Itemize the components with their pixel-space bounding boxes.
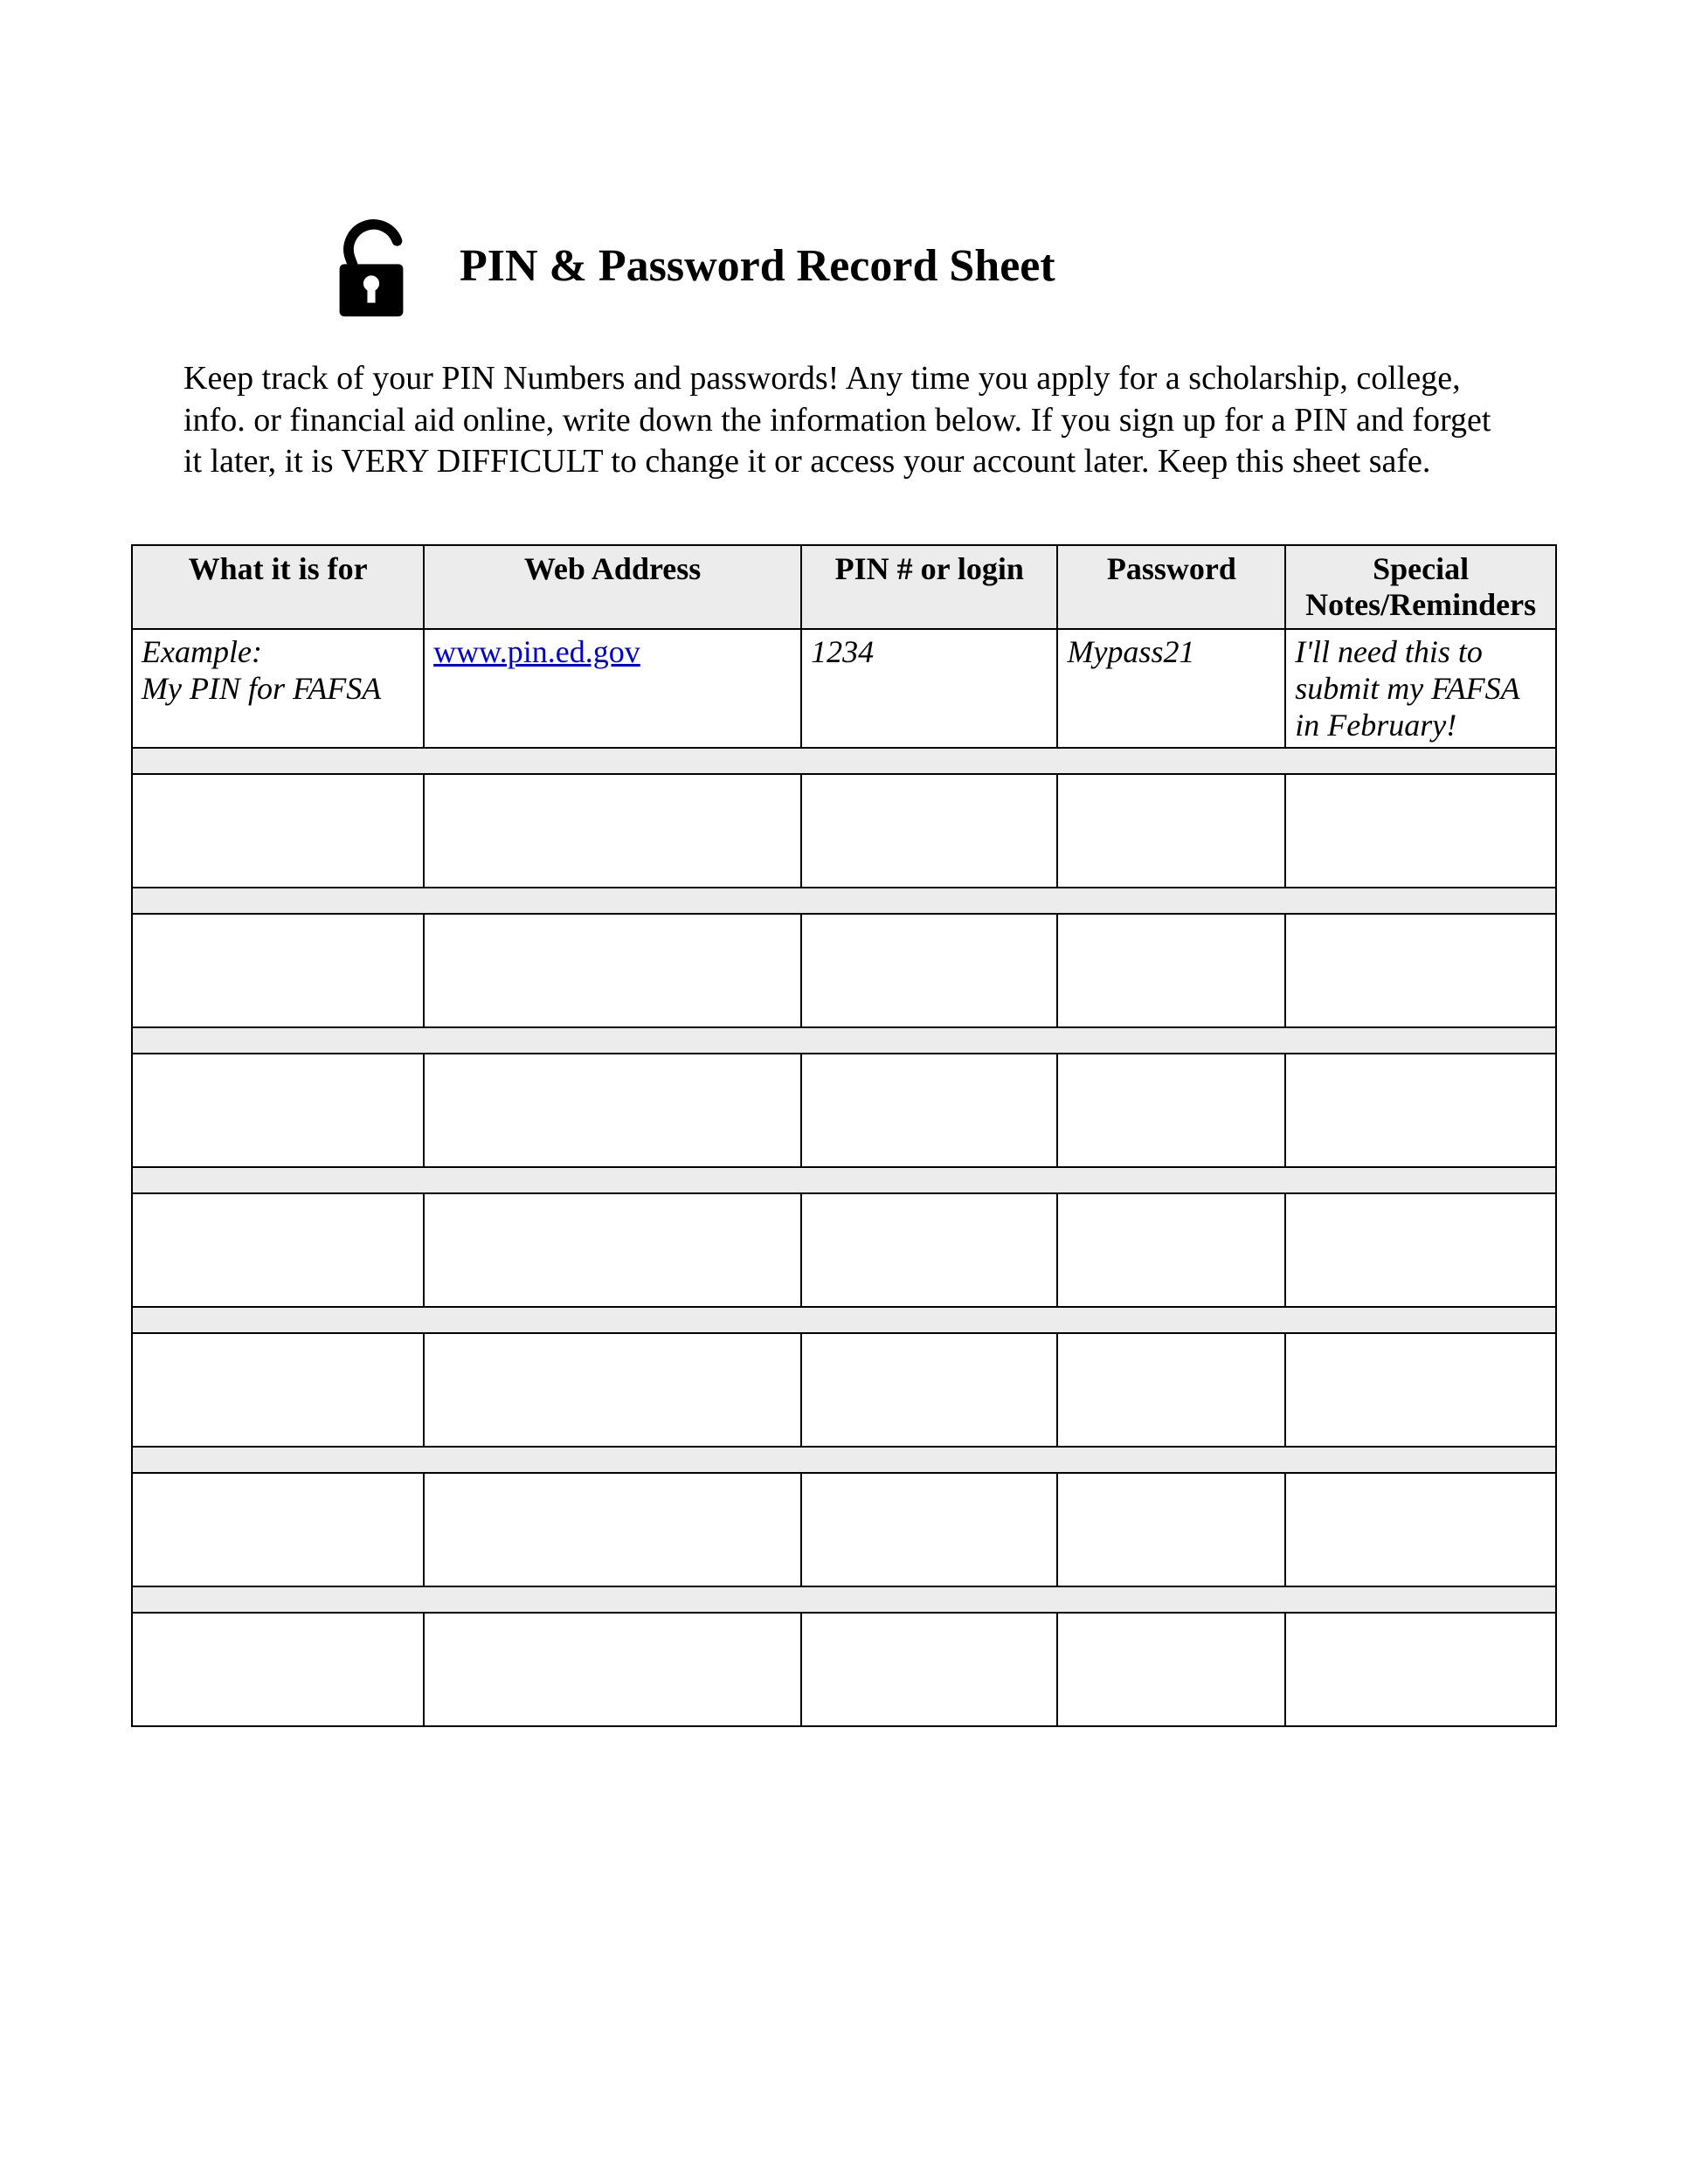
blank-cell[interactable] [1285, 914, 1556, 1027]
table-row [132, 1193, 1556, 1307]
blank-cell[interactable] [801, 1333, 1057, 1447]
blank-cell[interactable] [1057, 1054, 1285, 1167]
blank-cell[interactable] [801, 1193, 1057, 1307]
table-row [132, 774, 1556, 888]
blank-cell[interactable] [132, 1054, 424, 1167]
separator-cell [132, 1027, 1556, 1054]
blank-cell[interactable] [424, 1054, 801, 1167]
blank-cell[interactable] [132, 914, 424, 1027]
blank-cell[interactable] [132, 1193, 424, 1307]
col-what-for: What it is for [132, 545, 424, 630]
blank-cell[interactable] [1285, 774, 1556, 888]
blank-cell[interactable] [1057, 1613, 1285, 1726]
blank-cell[interactable] [1057, 914, 1285, 1027]
separator-row [132, 1447, 1556, 1473]
separator-row [132, 748, 1556, 774]
blank-cell[interactable] [132, 1333, 424, 1447]
page-title: PIN & Password Record Sheet [460, 241, 1055, 291]
col-notes: Special Notes/Reminders [1285, 545, 1556, 630]
blank-cell[interactable] [801, 1473, 1057, 1586]
blank-cell[interactable] [424, 774, 801, 888]
header: PIN & Password Record Sheet [315, 210, 1557, 323]
blank-cell[interactable] [801, 1054, 1057, 1167]
example-web-link[interactable]: www.pin.ed.gov [433, 634, 640, 669]
blank-cell[interactable] [132, 774, 424, 888]
col-pin-login: PIN # or login [801, 545, 1057, 630]
table-row [132, 914, 1556, 1027]
separator-row [132, 1586, 1556, 1613]
example-for-line1: Example: [142, 634, 262, 669]
blank-cell[interactable] [801, 774, 1057, 888]
blank-cell[interactable] [1057, 1193, 1285, 1307]
blank-cell[interactable] [1285, 1193, 1556, 1307]
blank-cell[interactable] [132, 1473, 424, 1586]
blank-cell[interactable] [424, 1613, 801, 1726]
blank-cell[interactable] [132, 1613, 424, 1726]
blank-cell[interactable] [1285, 1473, 1556, 1586]
separator-cell [132, 888, 1556, 914]
separator-cell [132, 1167, 1556, 1193]
table-row [132, 1613, 1556, 1726]
blank-cell[interactable] [1057, 1473, 1285, 1586]
blank-cell[interactable] [1057, 1333, 1285, 1447]
blank-cell[interactable] [801, 1613, 1057, 1726]
separator-cell [132, 1447, 1556, 1473]
separator-row [132, 1307, 1556, 1333]
separator-cell [132, 748, 1556, 774]
example-what-for: Example: My PIN for FAFSA [132, 629, 424, 748]
example-notes: I'll need this to submit my FAFSA in Feb… [1285, 629, 1556, 748]
table-row [132, 1333, 1556, 1447]
table-header-row: What it is for Web Address PIN # or logi… [132, 545, 1556, 630]
blank-cell[interactable] [424, 1333, 801, 1447]
blank-cell[interactable] [424, 914, 801, 1027]
col-web-address: Web Address [424, 545, 801, 630]
blank-cell[interactable] [424, 1473, 801, 1586]
blank-cell[interactable] [1285, 1333, 1556, 1447]
table-row [132, 1473, 1556, 1586]
blank-cell[interactable] [1057, 774, 1285, 888]
separator-cell [132, 1586, 1556, 1613]
lock-icon [315, 210, 428, 323]
example-pin: 1234 [801, 629, 1057, 748]
example-for-line2: My PIN for FAFSA [142, 671, 381, 706]
example-row: Example: My PIN for FAFSA www.pin.ed.gov… [132, 629, 1556, 748]
blank-cell[interactable] [1285, 1613, 1556, 1726]
intro-paragraph: Keep track of your PIN Numbers and passw… [183, 358, 1505, 483]
separator-row [132, 888, 1556, 914]
password-table: What it is for Web Address PIN # or logi… [131, 544, 1557, 1728]
blank-cell[interactable] [424, 1193, 801, 1307]
separator-row [132, 1167, 1556, 1193]
example-web: www.pin.ed.gov [424, 629, 801, 748]
blank-cell[interactable] [1285, 1054, 1556, 1167]
col-password: Password [1057, 545, 1285, 630]
table-row [132, 1054, 1556, 1167]
separator-cell [132, 1307, 1556, 1333]
separator-row [132, 1027, 1556, 1054]
blank-cell[interactable] [801, 914, 1057, 1027]
example-password: Mypass21 [1057, 629, 1285, 748]
